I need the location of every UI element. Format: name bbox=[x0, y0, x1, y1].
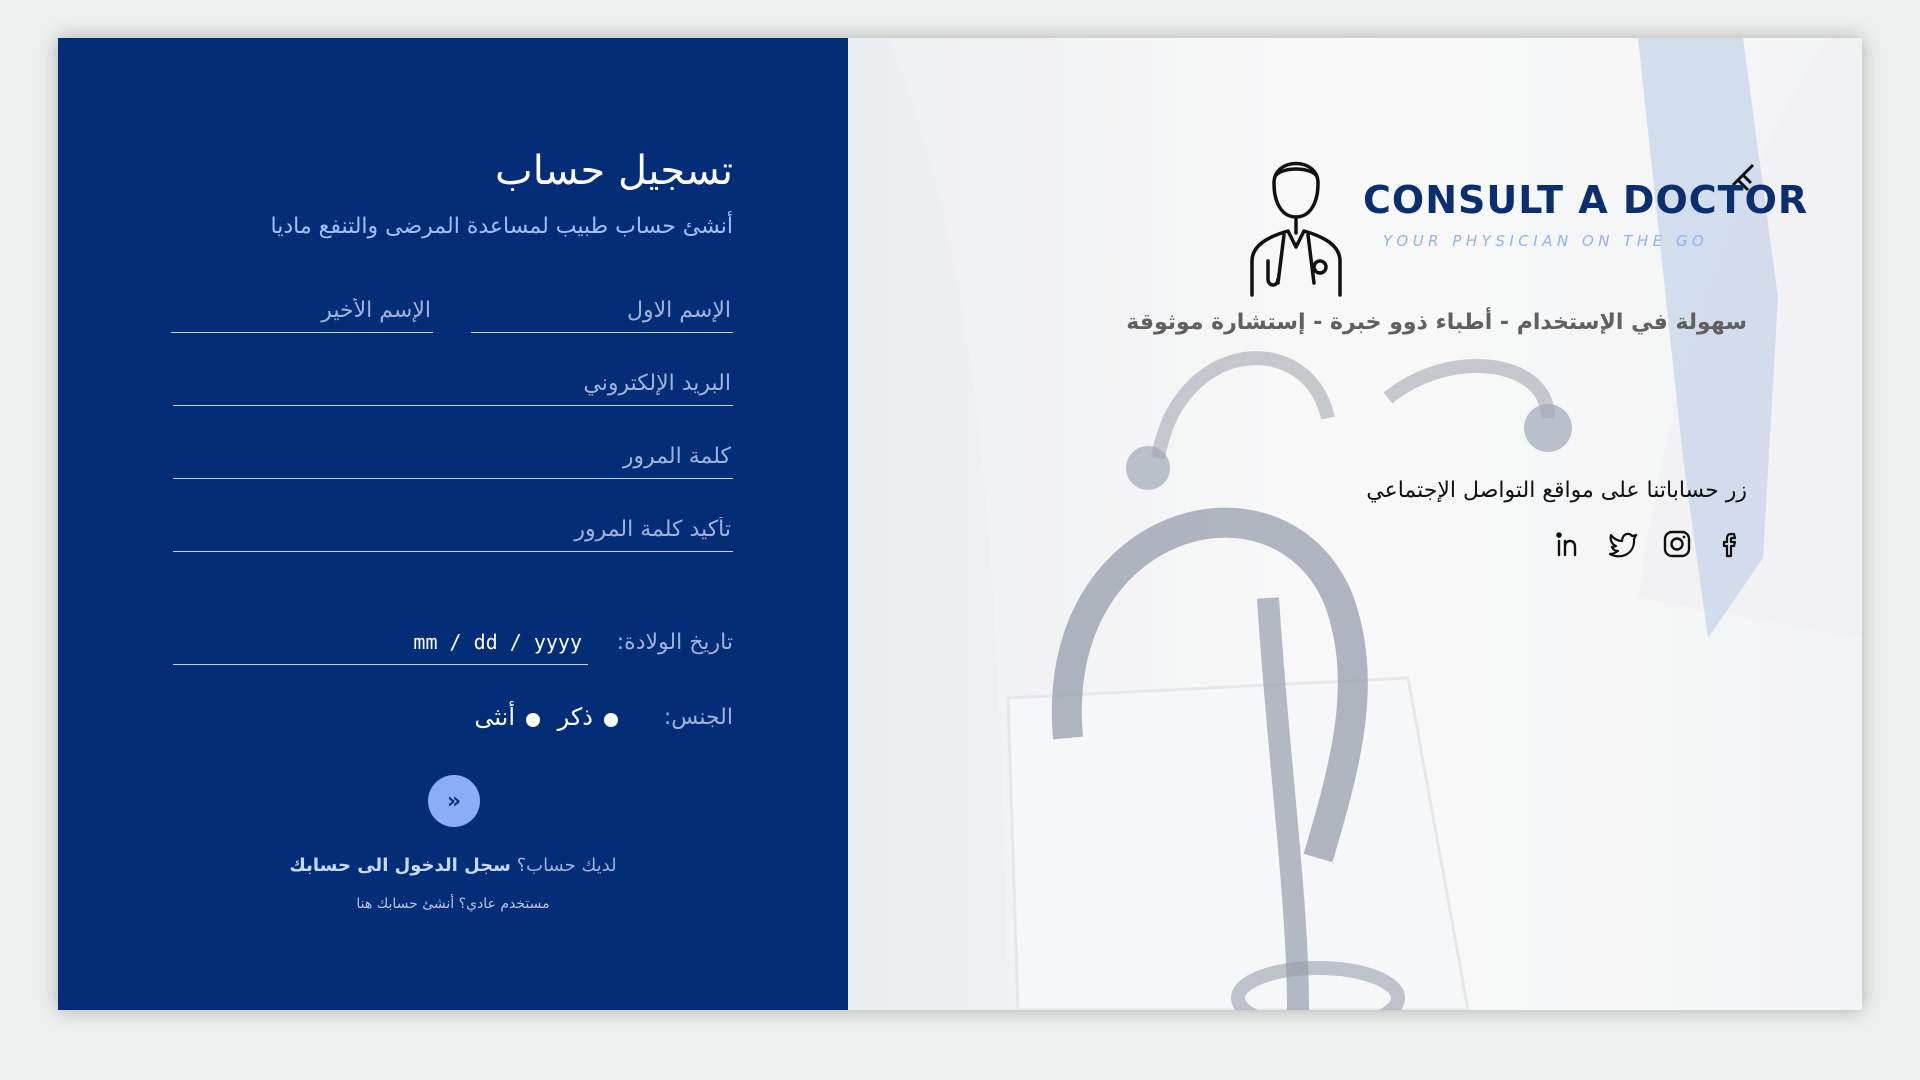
dob-label: تاريخ الولادة: bbox=[616, 630, 733, 655]
login-question: لديك حساب؟ bbox=[516, 855, 617, 876]
features-tagline: سهولة في الإستخدام - أطباء ذوو خبرة - إس… bbox=[1126, 310, 1747, 335]
dob-value: mm / dd / yyyy bbox=[413, 630, 582, 654]
facebook-icon[interactable] bbox=[1715, 528, 1747, 560]
gender-radio-female[interactable] bbox=[526, 713, 540, 727]
gender-radio-male[interactable] bbox=[604, 713, 618, 727]
gender-label: الجنس: bbox=[663, 705, 733, 730]
confirm-password-field bbox=[173, 507, 733, 552]
twitter-icon[interactable] bbox=[1607, 528, 1639, 560]
linkedin-icon[interactable] bbox=[1553, 528, 1585, 560]
double-chevron-icon: » bbox=[446, 788, 462, 814]
last-name-field bbox=[171, 288, 433, 333]
password-input[interactable] bbox=[173, 434, 733, 478]
dob-input[interactable]: mm / dd / yyyy bbox=[173, 618, 588, 665]
first-name-input[interactable] bbox=[471, 288, 733, 332]
form-subtitle: أنشئ حساب طبيب لمساعدة المرضى والتنفع ما… bbox=[270, 214, 734, 239]
doctor-logo-icon bbox=[1250, 161, 1755, 297]
first-name-field bbox=[471, 288, 733, 333]
last-name-input[interactable] bbox=[171, 288, 433, 332]
email-input[interactable] bbox=[173, 361, 733, 405]
social-icons bbox=[1553, 528, 1747, 560]
signup-card: تسجيل حساب أنشئ حساب طبيب لمساعدة المرضى… bbox=[58, 38, 1862, 1010]
gender-option-female: أنثى bbox=[474, 703, 515, 731]
instagram-icon[interactable] bbox=[1661, 528, 1693, 560]
brand-name: CONSULT A DOCTOR bbox=[1363, 178, 1809, 222]
login-prompt: لديك حساب؟ سجل الدخول الى حسابك bbox=[58, 855, 848, 876]
email-field bbox=[173, 361, 733, 406]
patient-signup-link[interactable]: مستخدم عادي؟ أنشئ حسابك هنا bbox=[58, 896, 848, 912]
submit-button[interactable]: » bbox=[428, 775, 480, 827]
signup-form-panel: تسجيل حساب أنشئ حساب طبيب لمساعدة المرضى… bbox=[58, 38, 848, 1010]
brand-tagline: YOUR PHYSICIAN ON THE GO bbox=[1383, 232, 1709, 250]
confirm-password-input[interactable] bbox=[173, 507, 733, 551]
hero-image-panel: CONSULT A DOCTOR YOUR PHYSICIAN ON THE G… bbox=[848, 38, 1862, 1010]
form-title: تسجيل حساب bbox=[495, 148, 733, 194]
social-title: زر حساباتنا على مواقع التواصل الإجتماعي bbox=[1366, 478, 1747, 503]
gender-option-male: ذكر bbox=[557, 703, 593, 731]
login-link[interactable]: سجل الدخول الى حسابك bbox=[289, 855, 510, 876]
password-field bbox=[173, 434, 733, 479]
